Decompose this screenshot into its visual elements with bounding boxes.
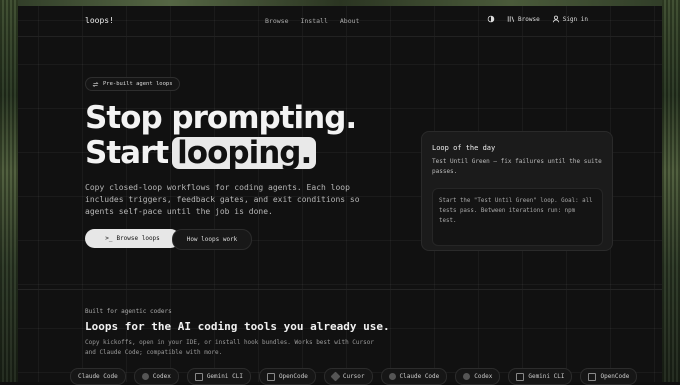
background-photo-right xyxy=(662,0,680,382)
browse-button[interactable]: Browse xyxy=(507,15,540,23)
hero-badge-label: Pre-built agent loops xyxy=(103,81,173,87)
tool-chip-cursor[interactable]: Cursor xyxy=(323,368,373,385)
tool-chip-label: OpenCode xyxy=(278,373,308,380)
tool-chip-label: Cursor xyxy=(342,373,365,380)
browse-loops-label: Browse loops xyxy=(116,235,160,242)
claude-icon xyxy=(388,373,396,380)
terminal-icon xyxy=(516,372,525,381)
nav-actions: Browse Sign in xyxy=(487,15,588,23)
user-icon xyxy=(552,15,559,23)
hero-badge: Pre-built agent loops xyxy=(85,77,180,91)
library-icon xyxy=(507,16,515,22)
nav-link-about[interactable]: About xyxy=(340,17,360,25)
cursor-icon xyxy=(330,371,341,382)
tools-marquee: Claude Code Codex Gemini CLI OpenCode Cu… xyxy=(70,368,638,385)
loop-of-the-day-card[interactable]: Loop of the day Test Until Green — fix f… xyxy=(421,131,613,251)
tool-chip-opencode[interactable]: OpenCode xyxy=(258,368,316,385)
nav-links: Browse Install About xyxy=(265,17,359,25)
opencode-icon xyxy=(266,372,275,381)
tool-chip-label: Claude Code xyxy=(399,373,440,380)
tool-chip-codex-2[interactable]: Codex xyxy=(455,368,501,385)
tool-chip-label: Claude Code xyxy=(78,373,118,380)
openai-icon xyxy=(463,373,471,380)
tool-chip-gemini-cli-2[interactable]: Gemini CLI xyxy=(508,368,573,385)
tool-chip-gemini-cli[interactable]: Gemini CLI xyxy=(186,368,251,385)
tool-chip-label: Codex xyxy=(474,373,493,380)
tool-chip-claude-code[interactable]: Claude Code xyxy=(70,368,126,385)
hero-description: Copy closed-loop workflows for coding ag… xyxy=(85,183,360,216)
card-prompt-snippet[interactable]: Start the "Test Until Green" loop. Goal:… xyxy=(432,188,603,246)
tool-chip-label: OpenCode xyxy=(600,373,630,380)
section-title: Loops for the AI coding tools you alread… xyxy=(85,320,390,333)
browse-loops-button[interactable]: >_ Browse loops xyxy=(85,229,180,248)
section-divider xyxy=(18,289,662,290)
hero-title-line-1: Stop prompting. xyxy=(85,100,357,136)
section-subtitle: Copy kickoffs, open in your IDE, or inst… xyxy=(85,339,374,356)
theme-toggle-button[interactable] xyxy=(487,15,495,23)
logo[interactable]: loops! xyxy=(85,16,114,25)
tool-chip-opencode-2[interactable]: OpenCode xyxy=(580,368,638,385)
browse-button-label: Browse xyxy=(518,15,540,23)
hero-title-start: Start xyxy=(85,135,169,171)
nav-link-browse[interactable]: Browse xyxy=(265,17,288,25)
nav-link-install[interactable]: Install xyxy=(300,17,327,25)
theme-toggle-icon xyxy=(487,15,495,23)
tool-chip-label: Gemini CLI xyxy=(528,373,565,380)
tool-chip-label: Codex xyxy=(152,373,171,380)
tool-chip-codex[interactable]: Codex xyxy=(133,368,179,385)
how-loops-work-label: How loops work xyxy=(186,236,238,243)
hero-title-line-2: Start looping. xyxy=(85,135,317,171)
terminal-prompt-icon: >_ xyxy=(105,235,113,242)
top-nav: loops! Browse Install About Browse Sign … xyxy=(18,6,662,37)
terminal-icon xyxy=(194,372,203,381)
card-description: Test Until Green — fix failures until th… xyxy=(432,158,602,175)
sign-in-label: Sign in xyxy=(562,15,588,23)
tool-chip-claude-code-2[interactable]: Claude Code xyxy=(380,368,448,385)
openai-icon xyxy=(141,373,149,380)
section-eyebrow: Built for agentic coders xyxy=(85,308,172,315)
tool-chip-label: Gemini CLI xyxy=(206,373,243,380)
hero-title-highlight: looping. xyxy=(172,137,317,169)
how-loops-work-button[interactable]: How loops work xyxy=(172,229,252,250)
opencode-icon xyxy=(588,372,597,381)
loop-arrows-icon xyxy=(92,81,99,87)
sign-in-button[interactable]: Sign in xyxy=(552,15,588,23)
card-title: Loop of the day xyxy=(432,144,496,152)
background-photo-left xyxy=(0,0,18,382)
page-frame: loops! Browse Install About Browse Sign … xyxy=(18,6,662,385)
